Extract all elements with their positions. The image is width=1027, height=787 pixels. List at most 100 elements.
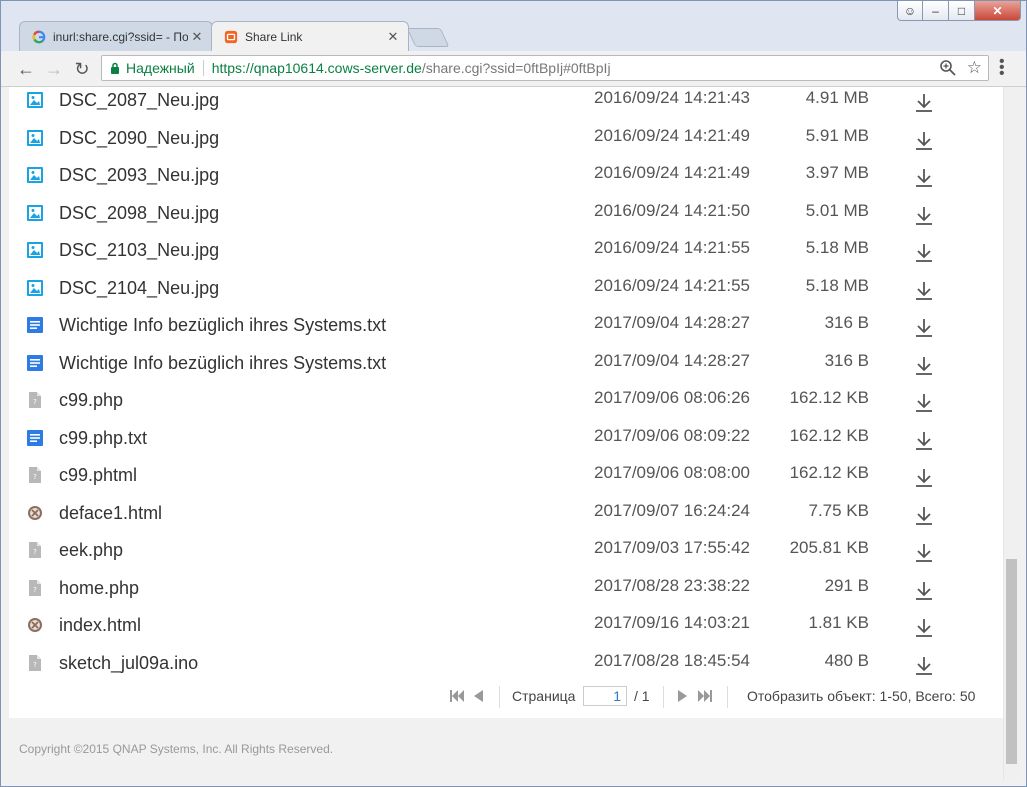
maximize-button[interactable]: □: [949, 1, 975, 21]
file-row[interactable]: index.html 2017/09/16 14:03:21 1.81 KB: [9, 612, 1004, 650]
download-icon[interactable]: [913, 429, 935, 451]
svg-text:?: ?: [33, 661, 37, 669]
file-name-link[interactable]: c99.php: [59, 390, 123, 411]
tab-google-search[interactable]: inurl:share.cgi?ssid= - По ✕: [19, 21, 213, 51]
file-row[interactable]: Wichtige Info bezüglich ihres Systems.tx…: [9, 312, 1004, 350]
file-date: 2017/09/04 14:28:27: [594, 350, 750, 370]
file-size: 162.12 KB: [789, 425, 869, 445]
file-name-link[interactable]: c99.phtml: [59, 465, 137, 486]
file-row[interactable]: DSC_2093_Neu.jpg 2016/09/24 14:21:49 3.97 …: [9, 162, 1004, 200]
file-name-link[interactable]: sketch_jul09a.ino: [59, 653, 198, 674]
page-label: Страница: [512, 688, 576, 704]
download-icon[interactable]: [913, 316, 935, 338]
scrollbar-thumb[interactable]: [1006, 559, 1017, 764]
secure-label: Надежный: [126, 60, 195, 76]
file-row[interactable]: c99.php.txt 2017/09/06 08:09:22 162.12 KB: [9, 425, 1004, 463]
items-summary: Отобразить объект: 1-50, Всего: 50: [747, 688, 976, 704]
minimize-button[interactable]: –: [923, 1, 949, 21]
file-date: 2017/09/06 08:08:00: [594, 463, 750, 482]
file-row[interactable]: ? eek.php 2017/09/03 17:55:42 205.81 KB: [9, 537, 1004, 575]
first-page-icon[interactable]: [449, 682, 465, 710]
qnap-share-icon: [224, 30, 238, 43]
file-date: 2016/09/24 14:21:50: [594, 200, 750, 220]
file-row[interactable]: DSC_2103_Neu.jpg 2016/09/24 14:21:55 5.18 …: [9, 237, 1004, 275]
file-row[interactable]: Wichtige Info bezüglich ihres Systems.tx…: [9, 350, 1004, 388]
download-icon[interactable]: [913, 166, 935, 188]
download-icon[interactable]: [913, 466, 935, 488]
divider: [499, 686, 500, 708]
file-row[interactable]: DSC_2090_Neu.jpg 2016/09/24 14:21:49 5.91 …: [9, 125, 1004, 163]
download-icon[interactable]: [913, 354, 935, 376]
file-name-link[interactable]: home.php: [59, 578, 139, 599]
download-icon[interactable]: [913, 91, 935, 113]
file-size: 5.91 MB: [805, 125, 869, 145]
forward-icon[interactable]: →: [43, 58, 65, 80]
url-host: https://qnap10614.cows-server.de: [211, 60, 422, 76]
file-size: 5.18 MB: [805, 275, 869, 295]
new-tab-button[interactable]: [406, 28, 450, 47]
download-icon[interactable]: [913, 204, 935, 226]
divider: [727, 686, 728, 708]
bookmark-star-icon[interactable]: ☆: [967, 59, 982, 77]
address-bar[interactable]: Надежный https://qnap10614.cows-server.d…: [101, 55, 989, 81]
download-icon[interactable]: [913, 541, 935, 563]
vertical-scrollbar[interactable]: [1003, 87, 1020, 780]
file-date: 2017/09/06 08:09:22: [594, 425, 750, 445]
prev-page-icon[interactable]: [472, 682, 484, 710]
download-icon[interactable]: [913, 129, 935, 151]
profile-icon[interactable]: ☺: [897, 1, 923, 21]
download-icon[interactable]: [913, 391, 935, 413]
zoom-icon[interactable]: [939, 59, 957, 77]
download-icon[interactable]: [913, 504, 935, 526]
file-date: 2016/09/24 14:21:55: [594, 275, 750, 295]
file-row[interactable]: ? c99.php 2017/09/06 08:06:26 162.12 KB: [9, 387, 1004, 425]
file-name-link[interactable]: index.html: [59, 615, 141, 636]
file-row[interactable]: DSC_2087_Neu.jpg 2016/09/24 14:21:43 4.91 …: [9, 87, 1004, 125]
svg-text:?: ?: [33, 473, 37, 481]
file-name-link[interactable]: deface1.html: [59, 503, 162, 524]
close-window-button[interactable]: ✕: [975, 1, 1021, 21]
download-icon[interactable]: [913, 279, 935, 301]
back-icon[interactable]: ←: [15, 58, 37, 80]
file-row[interactable]: ? c99.phtml 2017/09/06 08:08:00 162.12 KB: [9, 462, 1004, 500]
file-name-link[interactable]: eek.php: [59, 540, 123, 561]
tab-share-link[interactable]: Share Link ✕: [211, 21, 409, 51]
last-page-icon[interactable]: [697, 682, 713, 710]
close-tab-icon[interactable]: ✕: [384, 29, 402, 45]
browser-toolbar: ← → ↻ Надежный https://qnap10614.cows-se…: [1, 51, 1026, 87]
file-name-link[interactable]: Wichtige Info bezüglich ihres Systems.tx…: [59, 353, 386, 374]
file-date: 2016/09/24 14:21:55: [594, 238, 750, 257]
file-row[interactable]: DSC_2104_Neu.jpg 2016/09/24 14:21:55 5.18 …: [9, 275, 1004, 313]
file-date: 2017/08/28 23:38:22: [594, 575, 750, 595]
download-icon[interactable]: [913, 241, 935, 263]
file-name-link[interactable]: Wichtige Info bezüglich ihres Systems.tx…: [59, 315, 386, 336]
file-name-link[interactable]: DSC_2098_Neu.jpg: [59, 203, 219, 224]
file-date: 2017/09/04 14:28:27: [594, 313, 750, 332]
file-row[interactable]: ? home.php 2017/08/28 23:38:22 291 B: [9, 575, 1004, 613]
text-file-icon: [27, 354, 43, 371]
file-name-link[interactable]: DSC_2104_Neu.jpg: [59, 278, 219, 299]
file-row[interactable]: DSC_2098_Neu.jpg 2016/09/24 14:21:50 5.01 …: [9, 200, 1004, 238]
file-name-link[interactable]: DSC_2093_Neu.jpg: [59, 165, 219, 186]
file-name-link[interactable]: c99.php.txt: [59, 428, 147, 449]
copyright-text: Copyright ©2015 QNAP Systems, Inc. All R…: [19, 742, 334, 756]
download-icon[interactable]: [913, 616, 935, 638]
image-file-icon: [27, 129, 43, 146]
image-file-icon: [27, 204, 43, 221]
file-name-link[interactable]: DSC_2087_Neu.jpg: [59, 90, 219, 111]
file-date: 2017/08/28 18:45:54: [594, 650, 750, 670]
unknown-file-icon: ?: [29, 542, 41, 558]
reload-icon[interactable]: ↻: [71, 58, 93, 80]
file-name-link[interactable]: DSC_2090_Neu.jpg: [59, 128, 219, 149]
html-file-icon: [28, 505, 42, 520]
browser-menu-icon[interactable]: • • •: [999, 54, 1005, 82]
file-name-link[interactable]: DSC_2103_Neu.jpg: [59, 240, 219, 261]
close-tab-icon[interactable]: ✕: [188, 29, 206, 45]
download-icon[interactable]: [913, 579, 935, 601]
file-row[interactable]: deface1.html 2017/09/07 16:24:24 7.75 KB: [9, 500, 1004, 538]
next-page-icon[interactable]: [677, 682, 689, 710]
page-number-input[interactable]: [583, 686, 627, 706]
title-bar: ☺ – □ ✕ inurl:share.cgi?ssid= - По ✕ Sha…: [1, 1, 1026, 51]
file-size: 162.12 KB: [789, 463, 869, 482]
download-icon[interactable]: [913, 654, 935, 676]
